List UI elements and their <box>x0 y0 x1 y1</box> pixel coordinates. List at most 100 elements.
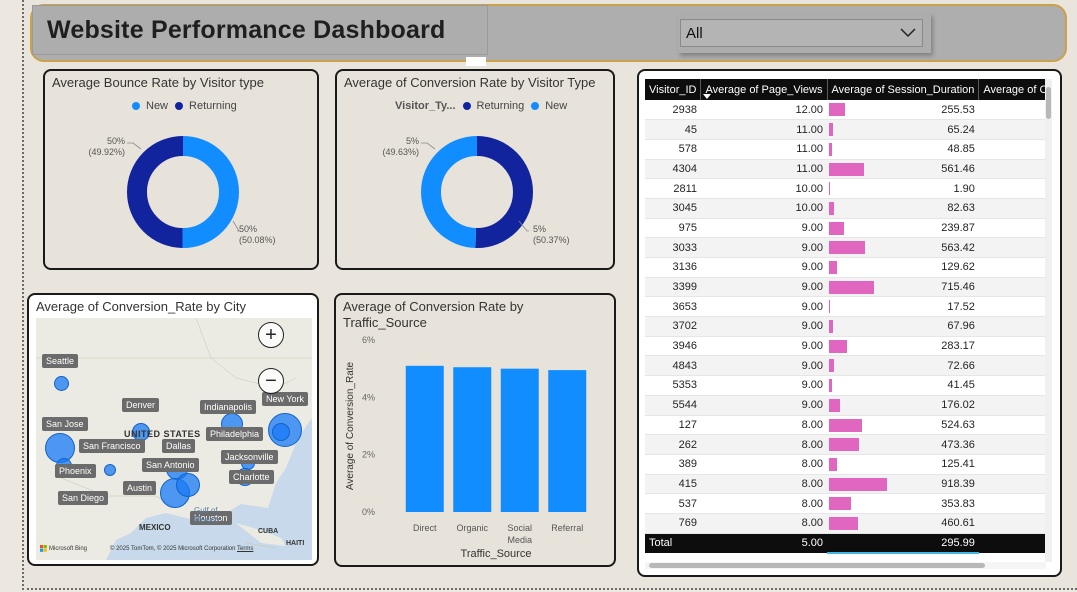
vertical-scrollbar[interactable] <box>1045 79 1052 562</box>
map-label-city: Austin <box>123 481 157 495</box>
session-duration-cell: 561.46 <box>827 159 979 180</box>
traffic-source-bar-card[interactable]: Average of Conversion Rate by Traffic_So… <box>334 293 616 567</box>
data-bar <box>829 516 859 530</box>
conversion-cell <box>978 454 1046 475</box>
table-row[interactable]: 389 8.00 125.41 <box>645 454 1046 475</box>
column-header[interactable]: Average of Session_Duration <box>827 79 980 100</box>
table-row[interactable]: 2811 10.00 1.90 <box>645 178 1046 199</box>
visitor-id-cell: 3702 <box>645 316 701 337</box>
visitor-table[interactable]: Visitor_ID Average of Page_Views Average… <box>645 79 1046 562</box>
terms-link[interactable]: Terms <box>237 546 253 552</box>
table-row[interactable]: 3033 9.00 563.42 <box>645 237 1046 258</box>
bar[interactable] <box>405 365 444 512</box>
visual-handle[interactable] <box>466 57 486 66</box>
session-duration-cell: 918.39 <box>827 474 979 495</box>
data-bar <box>829 182 830 196</box>
minus-icon: − <box>265 370 277 392</box>
data-bar <box>829 359 834 373</box>
city-bubble[interactable] <box>54 376 69 391</box>
city-bubble[interactable] <box>272 423 290 441</box>
page-views-cell: 9.00 <box>700 316 827 337</box>
y-axis-label: Average of Conversion_Rate <box>345 361 356 490</box>
horizontal-scrollbar[interactable] <box>645 562 1046 569</box>
table-row[interactable]: 769 8.00 460.61 <box>645 513 1046 534</box>
map-attribution: © 2025 TomTom, © 2025 Microsoft Corporat… <box>110 546 254 552</box>
table-row[interactable]: 5544 9.00 176.02 <box>645 395 1046 416</box>
visitor-type-slicer[interactable]: All <box>678 13 931 53</box>
table-row[interactable]: 3702 9.00 67.96 <box>645 316 1046 337</box>
data-bar <box>829 261 838 274</box>
data-bar <box>829 379 832 393</box>
session-duration-cell: 129.62 <box>827 257 979 278</box>
map-label-city: Seattle <box>42 354 79 368</box>
session-duration-cell: 524.63 <box>827 415 979 436</box>
conversion-cell <box>978 178 1046 199</box>
conversion-rate-donut-card[interactable]: Average of Conversion Rate by Visitor Ty… <box>335 69 615 270</box>
table-row[interactable]: 3399 9.00 715.46 <box>645 277 1046 298</box>
city-bubble[interactable] <box>176 473 200 497</box>
zoom-out-button[interactable]: − <box>258 368 284 394</box>
column-header[interactable]: Average of Con <box>978 79 1046 100</box>
visitor-id-cell: 537 <box>645 493 701 514</box>
scrollbar-thumb[interactable] <box>649 563 985 568</box>
slicer-dropdown[interactable]: All <box>680 19 923 47</box>
conversion-cell <box>978 493 1046 514</box>
table-row[interactable]: 975 9.00 239.87 <box>645 218 1046 239</box>
column-header[interactable]: Visitor_ID <box>645 79 702 100</box>
map-label-city: Philadelphia <box>206 427 264 441</box>
bar-chart[interactable]: 0% 2% 4% 6% Average of Conversion_Rate Direct… <box>336 295 616 567</box>
bar[interactable] <box>548 370 587 512</box>
table-row[interactable]: 3653 9.00 17.52 <box>645 296 1046 318</box>
conversion-cell <box>978 316 1046 337</box>
data-bar <box>829 477 887 491</box>
table-row[interactable]: 45 11.00 65.24 <box>645 119 1046 140</box>
table-row[interactable]: 3136 9.00 129.62 <box>645 257 1046 278</box>
page-views-cell: 9.00 <box>700 395 827 416</box>
zoom-in-button[interactable]: + <box>258 322 284 348</box>
table-row[interactable]: 262 8.00 473.36 <box>645 434 1046 455</box>
scrollbar-thumb[interactable] <box>1046 87 1051 119</box>
conversion-cell <box>978 375 1046 396</box>
table-row[interactable]: 3946 9.00 283.17 <box>645 336 1046 357</box>
leader-lines <box>421 142 529 232</box>
table-row[interactable]: 3045 10.00 82.63 <box>645 198 1046 219</box>
visitor-id-cell: 3033 <box>645 237 701 258</box>
city-bubble[interactable] <box>104 464 116 476</box>
page-views-cell: 9.00 <box>700 355 827 377</box>
conversion-cell <box>978 474 1046 495</box>
x-tick-label: Organic <box>456 523 488 533</box>
x-tick-label: Direct <box>413 523 437 533</box>
visitor-id-cell: 4304 <box>645 159 701 180</box>
y-tick-label: 0% <box>362 507 375 517</box>
column-header-sorted[interactable]: Average of Page_Views <box>700 79 828 100</box>
table-row[interactable]: 537 8.00 353.83 <box>645 493 1046 514</box>
conversion-cell <box>978 296 1046 318</box>
map-country-label: CUBA <box>258 528 279 535</box>
bar[interactable] <box>500 368 539 512</box>
city-map-card[interactable]: Average of Conversion_Rate by City Seatt… <box>27 293 319 566</box>
table-row[interactable]: 4843 9.00 72.66 <box>645 355 1046 377</box>
table-row[interactable]: 127 8.00 524.63 <box>645 415 1046 436</box>
session-duration-cell: 473.36 <box>827 434 979 455</box>
session-duration-cell: 176.02 <box>827 395 979 416</box>
page-views-cell: 8.00 <box>700 454 827 475</box>
y-tick-label: 6% <box>362 335 375 345</box>
table-row[interactable]: 415 8.00 918.39 <box>645 474 1046 495</box>
visitor-id-cell: 262 <box>645 434 701 455</box>
table-row[interactable]: 578 11.00 48.85 <box>645 139 1046 160</box>
data-bar <box>829 398 841 412</box>
visitor-id-cell: 2938 <box>645 100 701 121</box>
x-tick-label: Media <box>507 535 532 545</box>
table-row[interactable]: 2938 12.00 255.53 <box>645 100 1046 121</box>
table-row[interactable]: 4304 11.00 561.46 <box>645 159 1046 180</box>
bar[interactable] <box>453 367 492 512</box>
bounce-rate-donut-card[interactable]: Average Bounce Rate by Visitor type New … <box>43 69 319 270</box>
map-canvas[interactable]: Seattle Denver Indianapolis New York San… <box>36 318 312 560</box>
session-duration-cell: 41.45 <box>827 375 979 396</box>
bing-logo: Microsoft Bing <box>40 545 87 552</box>
table-row[interactable]: 5353 9.00 41.45 <box>645 375 1046 396</box>
map-label-city: Dallas <box>162 439 196 453</box>
visitor-id-cell: 3399 <box>645 277 701 298</box>
conversion-cell <box>978 218 1046 239</box>
map-label-city: Indianapolis <box>200 400 257 414</box>
